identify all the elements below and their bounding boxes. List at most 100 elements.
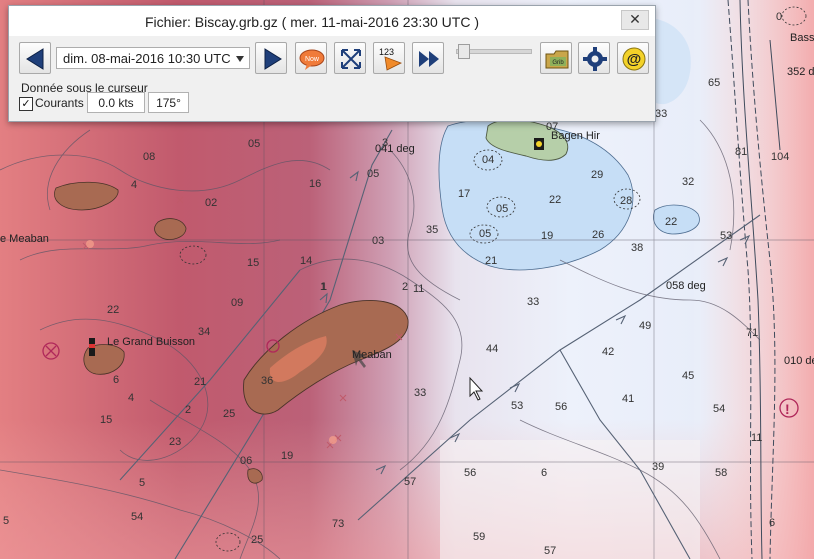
date-time-select[interactable]: dim. 08-mai-2016 10:30 UTC — [56, 47, 250, 69]
depth-sounding: 6 — [541, 467, 547, 479]
depth-sounding: 21 — [485, 255, 497, 267]
depth-sounding: 19 — [541, 230, 553, 242]
depth-sounding: 23 — [169, 436, 181, 448]
depth-sounding: 05 — [367, 168, 379, 180]
depth-sounding: 06 — [240, 455, 252, 467]
gear-icon — [583, 47, 607, 71]
window-title: Fichier: Biscay.grb.gz ( mer. 11-mai-201… — [144, 14, 480, 30]
depth-sounding: 05 — [496, 203, 508, 215]
depth-sounding: 07 — [546, 121, 558, 133]
now-label: Now — [305, 56, 320, 63]
now-button[interactable]: Now — [295, 42, 327, 74]
depth-sounding: 19 — [281, 450, 293, 462]
depth-sounding: 11 — [751, 432, 762, 444]
depth-sounding: 104 — [771, 151, 789, 163]
depth-sounding: 33 — [527, 296, 539, 308]
depth-sounding: 45 — [682, 370, 694, 382]
at-glyph: @ — [627, 51, 642, 68]
depth-sounding: 16 — [309, 178, 321, 190]
bearing-label: 041 deg — [375, 143, 415, 155]
step-increment-button[interactable]: 123 — [373, 42, 405, 74]
depth-sounding: 26 — [592, 229, 604, 241]
place-name: Bagen Hir — [551, 130, 600, 142]
depth-sounding: 02 — [205, 197, 217, 209]
depth-sounding: 17 — [458, 188, 470, 200]
date-time-value: dim. 08-mai-2016 10:30 UTC — [63, 51, 231, 66]
place-name: Le Grand Buisson — [107, 336, 195, 348]
close-icon: ✕ — [629, 11, 641, 27]
depth-sounding: 32 — [682, 176, 694, 188]
depth-sounding: 2 — [185, 404, 191, 416]
depth-sounding: 65 — [708, 77, 720, 89]
depth-sounding: 15 — [100, 414, 112, 426]
depth-sounding: 58 — [715, 467, 727, 479]
lighthouse-icon — [534, 138, 544, 150]
grib-label: Grib — [552, 60, 564, 66]
depth-sounding: 56 — [464, 467, 476, 479]
depth-sounding: 11 — [413, 283, 424, 295]
depth-sounding: 04 — [482, 154, 494, 166]
depth-sounding: 81 — [735, 146, 747, 158]
depth-sounding: 57 — [404, 476, 416, 488]
depth-sounding: 05 — [248, 138, 260, 150]
grib-control-window[interactable]: Fichier: Biscay.grb.gz ( mer. 11-mai-201… — [8, 5, 656, 122]
step-count-icon: 123 — [379, 47, 402, 71]
slider-thumb[interactable] — [458, 44, 470, 59]
depth-sounding: 71 — [746, 327, 758, 339]
depth-sounding: 03 — [372, 235, 384, 247]
depth-sounding: 54 — [131, 511, 143, 523]
depth-sounding: 73 — [332, 518, 344, 530]
depth-sounding: 6 — [769, 517, 775, 529]
email-button[interactable]: @ — [617, 42, 649, 74]
forward-triangle-icon — [264, 48, 282, 70]
depth-sounding: 53 — [511, 400, 523, 412]
window-title-bar[interactable]: Fichier: Biscay.grb.gz ( mer. 11-mai-201… — [9, 6, 655, 36]
depth-sounding: 08 — [143, 151, 155, 163]
depth-sounding: 22 — [665, 216, 677, 228]
at-sign-icon: @ — [622, 47, 646, 71]
place-name: e Meaban — [0, 233, 49, 245]
open-grib-button[interactable]: Grib — [540, 42, 572, 74]
settings-button[interactable] — [578, 42, 610, 74]
bearing-label: 010 deg — [784, 355, 814, 367]
depth-sounding: 36 — [261, 375, 273, 387]
back-triangle-icon — [26, 48, 44, 70]
depth-sounding: 6 — [113, 374, 119, 386]
depth-sounding: 21 — [194, 376, 206, 388]
now-bubble-icon: Now — [299, 49, 325, 70]
lighthouse-icon-2 — [89, 338, 95, 356]
depth-sounding: 33 — [655, 108, 667, 120]
current-speed-field: 0.0 kts — [87, 92, 145, 113]
grib-folder-icon: Grib — [545, 50, 569, 69]
next-time-button[interactable] — [255, 42, 287, 74]
depth-sounding: 1 — [321, 281, 327, 293]
depth-sounding: 5 — [3, 515, 9, 527]
zoom-fit-button[interactable] — [334, 42, 366, 74]
depth-sounding: 42 — [602, 346, 614, 358]
currents-checkbox[interactable]: ✓ — [19, 97, 33, 111]
place-name: Meaban — [352, 349, 392, 361]
depth-sounding: 56 — [555, 401, 567, 413]
previous-time-button[interactable] — [19, 42, 51, 74]
svg-text:!: ! — [785, 401, 790, 417]
depth-sounding: 29 — [591, 169, 603, 181]
close-button[interactable]: ✕ — [621, 10, 649, 30]
depth-sounding: 2 — [402, 281, 408, 293]
depth-sounding: 4 — [128, 392, 134, 404]
depth-sounding: 15 — [247, 257, 259, 269]
depth-sounding: 0 — [776, 11, 782, 23]
depth-sounding: 44 — [486, 343, 498, 355]
time-slider[interactable] — [456, 44, 532, 59]
fast-forward-icon — [419, 51, 439, 67]
depth-sounding: 25 — [251, 534, 263, 546]
play-animation-button[interactable] — [412, 42, 444, 74]
depth-sounding: 5 — [139, 477, 145, 489]
depth-sounding: 53 — [720, 230, 732, 242]
depth-sounding: 22 — [107, 304, 119, 316]
bearing-label: 352 deg — [787, 66, 814, 78]
depth-sounding: 22 — [549, 194, 561, 206]
depth-sounding: 09 — [231, 297, 243, 309]
depth-sounding: 4 — [131, 179, 137, 191]
current-direction-field: 175° — [148, 92, 189, 113]
depth-sounding: 54 — [713, 403, 725, 415]
